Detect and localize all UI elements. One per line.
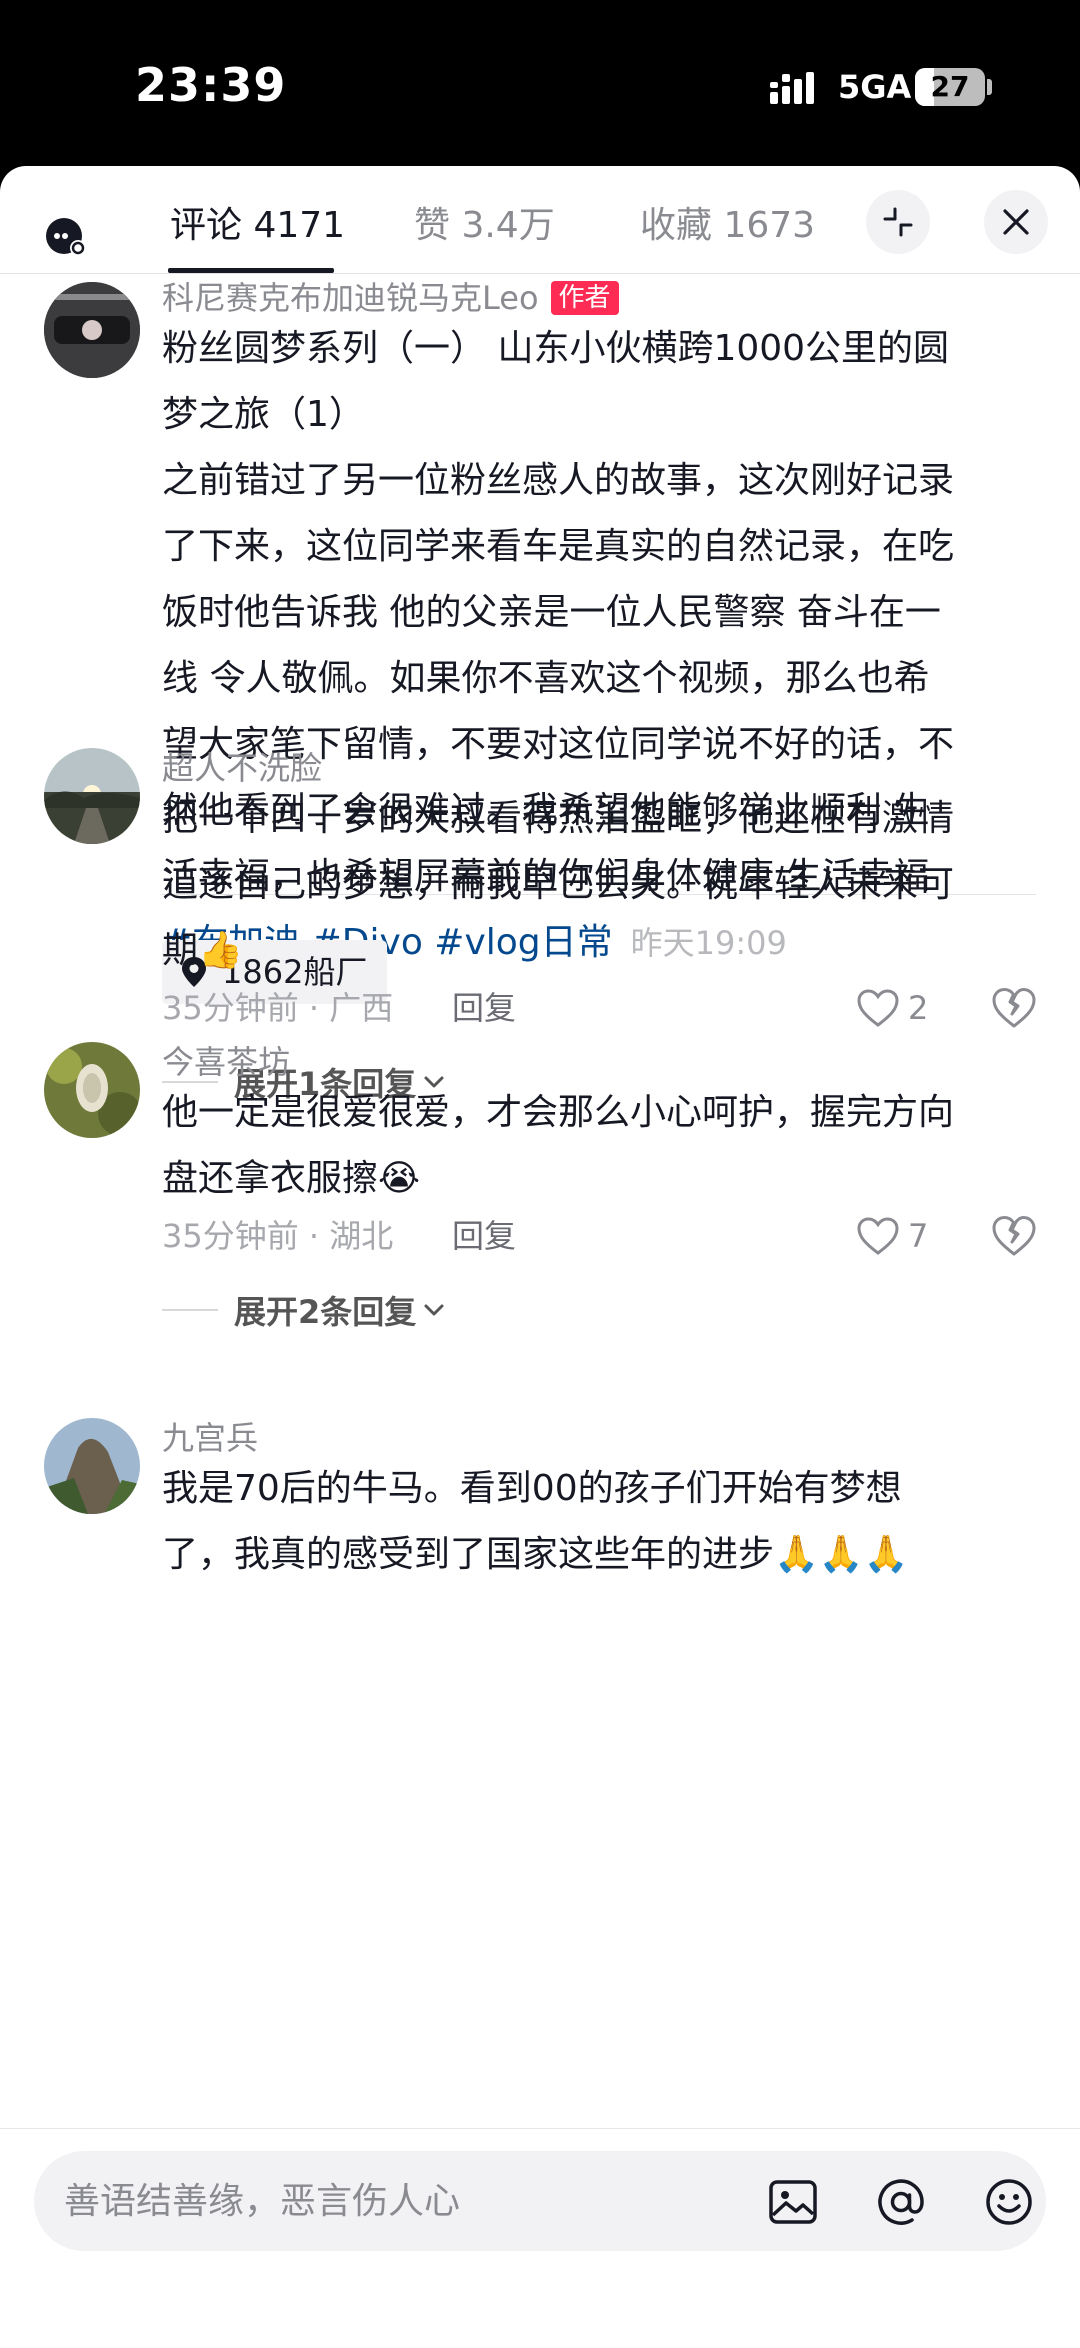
battery-icon: 27	[915, 68, 985, 106]
username[interactable]: 今喜茶坊	[162, 1040, 290, 1084]
comment-input-box[interactable]	[34, 2151, 1046, 2251]
avatar[interactable]	[44, 1418, 140, 1514]
tab-comments[interactable]: 评论 4171	[170, 196, 345, 256]
collapse-icon	[883, 207, 913, 237]
like-count: 2	[908, 989, 929, 1027]
comment-meta: 35分钟前 · 湖北	[162, 1217, 394, 1255]
avatar-image	[44, 748, 140, 844]
collapse-button[interactable]	[866, 190, 930, 254]
username[interactable]: 超人不洗脸	[162, 746, 322, 790]
avatar-image	[44, 1042, 140, 1138]
comment-meta: 35分钟前 · 广西	[162, 989, 394, 1027]
text-line: 之前错过了另一位粉丝感人的故事，这次刚好记录	[162, 460, 955, 501]
reply-button[interactable]: 回复	[452, 984, 516, 1032]
comment-text: 他一定是很爱很爱，才会那么小心呵护，握完方向 盘还拿衣服擦😭	[162, 1080, 1042, 1212]
like-button[interactable]: 2	[856, 984, 928, 1032]
expand-dash	[162, 1309, 218, 1311]
author-badge: 作者	[550, 281, 619, 315]
tab-bar: 评论 4171 赞 3.4万 收藏 1673	[0, 166, 1080, 274]
close-button[interactable]	[984, 190, 1048, 254]
comment-text: 把一个四十岁的大叔看得热泪盈眶，他还在有激情 追逐自己的梦想，而我早已丢失。祝年…	[162, 786, 1042, 984]
network-label: 5GA	[838, 68, 912, 106]
at-icon[interactable]	[874, 2175, 928, 2229]
battery-level: 27	[930, 70, 970, 103]
text-line: 盘还拿衣服擦😭	[162, 1158, 421, 1199]
text-line: 饭时他告诉我 他的父亲是一位人民警察 奋斗在一	[162, 592, 941, 633]
broken-heart-icon[interactable]	[990, 1212, 1038, 1260]
avatar[interactable]	[44, 748, 140, 844]
text-line: 我是70后的牛马。看到00的孩子们开始有梦想	[162, 1468, 902, 1509]
battery-tip	[987, 79, 992, 95]
avatar[interactable]	[44, 1042, 140, 1138]
like-button[interactable]: 7	[856, 1212, 928, 1260]
emoji-icon[interactable]	[982, 2175, 1036, 2229]
tab-likes[interactable]: 赞 3.4万	[414, 196, 555, 256]
username-text: 科尼赛克布加迪锐马克Leo	[162, 279, 539, 317]
username[interactable]: 九宫兵	[162, 1416, 258, 1460]
expand-label: 展开2条回复	[234, 1293, 417, 1331]
signal-icon	[770, 72, 814, 104]
text-line: 追逐自己的梦想，而我早已丢失。祝年轻人未来可	[162, 864, 955, 905]
text-line: 了，我真的感受到了国家这些年的进步🙏🙏🙏	[162, 1534, 909, 1575]
image-icon[interactable]	[766, 2175, 820, 2229]
expand-replies[interactable]: 展开2条回复	[162, 1286, 446, 1334]
text-line: 粉丝圆梦系列（一） 山东小伙横跨1000公里的圆	[162, 328, 950, 369]
reply-button[interactable]: 回复	[452, 1212, 516, 1260]
close-icon	[1003, 209, 1029, 235]
avatar-image	[44, 282, 140, 378]
comment-input[interactable]	[64, 2151, 744, 2251]
chevron-down-icon	[424, 1304, 444, 1316]
text-line: 了下来，这位同学来看车是真实的自然记录，在吃	[162, 526, 955, 567]
heart-icon	[857, 1217, 899, 1255]
like-count: 7	[908, 1217, 929, 1255]
heart-icon	[857, 989, 899, 1027]
comment-input-bar	[0, 2128, 1080, 2348]
status-time: 23:39	[135, 58, 287, 112]
comments-sheet: 评论 4171 赞 3.4万 收藏 1673 科尼赛克布加迪锐马克Leo 作者	[0, 166, 1080, 2348]
tab-underline	[168, 268, 334, 273]
text-line: 把一个四十岁的大叔看得热泪盈眶，他还在有激情	[162, 798, 955, 839]
comment-text: 我是70后的牛马。看到00的孩子们开始有梦想 了，我真的感受到了国家这些年的进步…	[162, 1456, 1042, 1588]
avatar-image	[44, 1418, 140, 1514]
avatar[interactable]	[44, 282, 140, 378]
text-line: 梦之旅（1）	[162, 394, 365, 435]
text-line: 期👍	[162, 930, 243, 971]
tab-favorites[interactable]: 收藏 1673	[640, 196, 815, 256]
robot-icon[interactable]	[44, 214, 88, 258]
status-bar: 23:39 5GA 27	[0, 0, 1080, 168]
text-line: 线 令人敬佩。如果你不喜欢这个视频，那么也希	[162, 658, 930, 699]
username[interactable]: 科尼赛克布加迪锐马克Leo 作者	[162, 276, 619, 320]
broken-heart-icon[interactable]	[990, 984, 1038, 1032]
text-line: 他一定是很爱很爱，才会那么小心呵护，握完方向	[162, 1092, 955, 1133]
